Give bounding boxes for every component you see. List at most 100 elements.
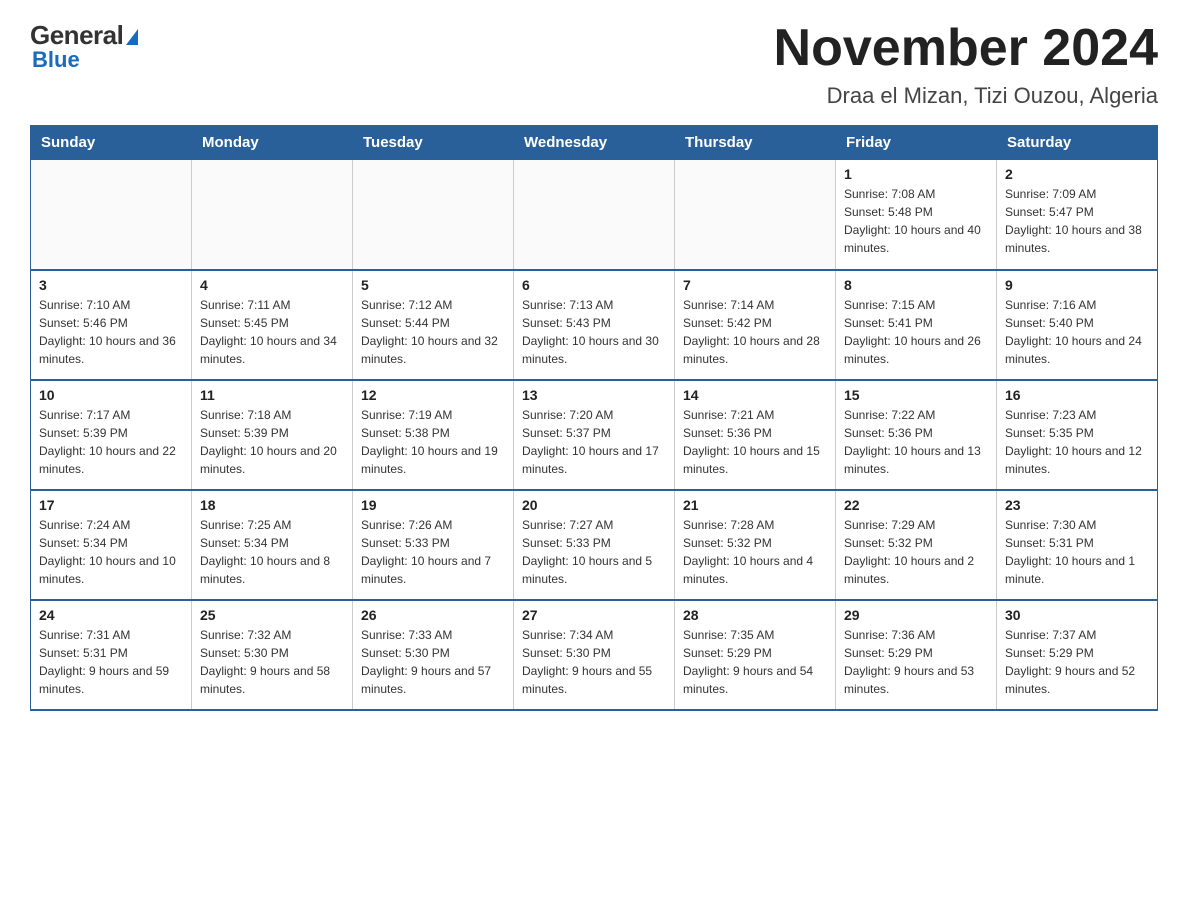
day-info: Sunrise: 7:29 AM Sunset: 5:32 PM Dayligh… [844, 516, 988, 588]
day-number: 23 [1005, 497, 1149, 513]
main-title: November 2024 [774, 20, 1158, 77]
day-info: Sunrise: 7:16 AM Sunset: 5:40 PM Dayligh… [1005, 296, 1149, 368]
logo-general: General [30, 20, 123, 50]
day-number: 15 [844, 387, 988, 403]
day-cell: 3 Sunrise: 7:10 AM Sunset: 5:46 PM Daylig… [31, 270, 192, 380]
day-info: Sunrise: 7:17 AM Sunset: 5:39 PM Dayligh… [39, 406, 183, 478]
day-info: Sunrise: 7:10 AM Sunset: 5:46 PM Dayligh… [39, 296, 183, 368]
day-cell: 28Sunrise: 7:35 AM Sunset: 5:29 PM Dayli… [675, 600, 836, 710]
day-info: Sunrise: 7:31 AM Sunset: 5:31 PM Dayligh… [39, 626, 183, 698]
day-info: Sunrise: 7:37 AM Sunset: 5:29 PM Dayligh… [1005, 626, 1149, 698]
day-info: Sunrise: 7:22 AM Sunset: 5:36 PM Dayligh… [844, 406, 988, 478]
header-row: SundayMondayTuesdayWednesdayThursdayFrid… [31, 126, 1158, 160]
header-day-wednesday: Wednesday [514, 126, 675, 160]
day-number: 12 [361, 387, 505, 403]
calendar-body: 1 Sunrise: 7:08 AM Sunset: 5:48 PM Daylig… [31, 160, 1158, 710]
header-day-thursday: Thursday [675, 126, 836, 160]
day-number: 29 [844, 607, 988, 623]
day-info: Sunrise: 7:35 AM Sunset: 5:29 PM Dayligh… [683, 626, 827, 698]
day-info: Sunrise: 7:15 AM Sunset: 5:41 PM Dayligh… [844, 296, 988, 368]
day-number: 7 [683, 277, 827, 293]
day-number: 6 [522, 277, 666, 293]
calendar-header: SundayMondayTuesdayWednesdayThursdayFrid… [31, 126, 1158, 160]
day-info: Sunrise: 7:34 AM Sunset: 5:30 PM Dayligh… [522, 626, 666, 698]
day-cell: 23Sunrise: 7:30 AM Sunset: 5:31 PM Dayli… [997, 490, 1158, 600]
day-number: 14 [683, 387, 827, 403]
day-number: 2 [1005, 166, 1149, 182]
day-info: Sunrise: 7:25 AM Sunset: 5:34 PM Dayligh… [200, 516, 344, 588]
day-cell: 17 Sunrise: 7:24 AM Sunset: 5:34 PM Dayli… [31, 490, 192, 600]
subtitle: Draa el Mizan, Tizi Ouzou, Algeria [774, 83, 1158, 109]
day-number: 22 [844, 497, 988, 513]
day-info: Sunrise: 7:24 AM Sunset: 5:34 PM Dayligh… [39, 516, 183, 588]
day-cell: 5 Sunrise: 7:12 AM Sunset: 5:44 PM Daylig… [353, 270, 514, 380]
day-number: 3 [39, 277, 183, 293]
logo-triangle-icon [126, 29, 138, 45]
day-cell: 11 Sunrise: 7:18 AM Sunset: 5:39 PM Dayli… [192, 380, 353, 490]
day-number: 5 [361, 277, 505, 293]
day-number: 27 [522, 607, 666, 623]
header-day-monday: Monday [192, 126, 353, 160]
day-cell [192, 160, 353, 270]
day-number: 16 [1005, 387, 1149, 403]
day-info: Sunrise: 7:36 AM Sunset: 5:29 PM Dayligh… [844, 626, 988, 698]
day-cell: 1 Sunrise: 7:08 AM Sunset: 5:48 PM Daylig… [836, 160, 997, 270]
day-cell: 15 Sunrise: 7:22 AM Sunset: 5:36 PM Dayli… [836, 380, 997, 490]
day-cell: 14Sunrise: 7:21 AM Sunset: 5:36 PM Dayli… [675, 380, 836, 490]
day-cell: 30Sunrise: 7:37 AM Sunset: 5:29 PM Dayli… [997, 600, 1158, 710]
day-info: Sunrise: 7:26 AM Sunset: 5:33 PM Dayligh… [361, 516, 505, 588]
day-info: Sunrise: 7:33 AM Sunset: 5:30 PM Dayligh… [361, 626, 505, 698]
page-header: General Blue November 2024 Draa el Mizan… [30, 20, 1158, 109]
day-cell [31, 160, 192, 270]
day-cell: 9Sunrise: 7:16 AM Sunset: 5:40 PM Daylig… [997, 270, 1158, 380]
day-cell [675, 160, 836, 270]
day-number: 4 [200, 277, 344, 293]
day-cell: 13 Sunrise: 7:20 AM Sunset: 5:37 PM Dayli… [514, 380, 675, 490]
day-cell: 16 Sunrise: 7:23 AM Sunset: 5:35 PM Dayli… [997, 380, 1158, 490]
week-row-0: 1 Sunrise: 7:08 AM Sunset: 5:48 PM Daylig… [31, 160, 1158, 270]
title-block: November 2024 Draa el Mizan, Tizi Ouzou,… [774, 20, 1158, 109]
day-cell: 26 Sunrise: 7:33 AM Sunset: 5:30 PM Dayli… [353, 600, 514, 710]
day-info: Sunrise: 7:32 AM Sunset: 5:30 PM Dayligh… [200, 626, 344, 698]
calendar-table: SundayMondayTuesdayWednesdayThursdayFrid… [30, 125, 1158, 711]
header-day-friday: Friday [836, 126, 997, 160]
day-number: 21 [683, 497, 827, 513]
day-info: Sunrise: 7:14 AM Sunset: 5:42 PM Dayligh… [683, 296, 827, 368]
day-number: 1 [844, 166, 988, 182]
day-cell: 12 Sunrise: 7:19 AM Sunset: 5:38 PM Dayli… [353, 380, 514, 490]
day-number: 26 [361, 607, 505, 623]
day-info: Sunrise: 7:19 AM Sunset: 5:38 PM Dayligh… [361, 406, 505, 478]
day-cell: 8Sunrise: 7:15 AM Sunset: 5:41 PM Daylig… [836, 270, 997, 380]
day-info: Sunrise: 7:23 AM Sunset: 5:35 PM Dayligh… [1005, 406, 1149, 478]
week-row-1: 3 Sunrise: 7:10 AM Sunset: 5:46 PM Daylig… [31, 270, 1158, 380]
day-info: Sunrise: 7:20 AM Sunset: 5:37 PM Dayligh… [522, 406, 666, 478]
day-cell: 24Sunrise: 7:31 AM Sunset: 5:31 PM Dayli… [31, 600, 192, 710]
header-day-saturday: Saturday [997, 126, 1158, 160]
day-info: Sunrise: 7:18 AM Sunset: 5:39 PM Dayligh… [200, 406, 344, 478]
day-info: Sunrise: 7:11 AM Sunset: 5:45 PM Dayligh… [200, 296, 344, 368]
day-cell [514, 160, 675, 270]
day-cell: 2 Sunrise: 7:09 AM Sunset: 5:47 PM Daylig… [997, 160, 1158, 270]
day-info: Sunrise: 7:09 AM Sunset: 5:47 PM Dayligh… [1005, 185, 1149, 257]
day-cell: 18Sunrise: 7:25 AM Sunset: 5:34 PM Dayli… [192, 490, 353, 600]
day-number: 17 [39, 497, 183, 513]
day-number: 20 [522, 497, 666, 513]
day-cell: 4 Sunrise: 7:11 AM Sunset: 5:45 PM Daylig… [192, 270, 353, 380]
day-number: 19 [361, 497, 505, 513]
day-info: Sunrise: 7:27 AM Sunset: 5:33 PM Dayligh… [522, 516, 666, 588]
day-number: 13 [522, 387, 666, 403]
day-info: Sunrise: 7:08 AM Sunset: 5:48 PM Dayligh… [844, 185, 988, 257]
day-cell: 6 Sunrise: 7:13 AM Sunset: 5:43 PM Daylig… [514, 270, 675, 380]
logo: General Blue [30, 20, 138, 73]
day-info: Sunrise: 7:13 AM Sunset: 5:43 PM Dayligh… [522, 296, 666, 368]
day-cell: 19 Sunrise: 7:26 AM Sunset: 5:33 PM Dayli… [353, 490, 514, 600]
day-cell: 10 Sunrise: 7:17 AM Sunset: 5:39 PM Dayli… [31, 380, 192, 490]
week-row-4: 24Sunrise: 7:31 AM Sunset: 5:31 PM Dayli… [31, 600, 1158, 710]
header-day-tuesday: Tuesday [353, 126, 514, 160]
day-info: Sunrise: 7:12 AM Sunset: 5:44 PM Dayligh… [361, 296, 505, 368]
day-number: 11 [200, 387, 344, 403]
day-cell: 22 Sunrise: 7:29 AM Sunset: 5:32 PM Dayli… [836, 490, 997, 600]
week-row-3: 17 Sunrise: 7:24 AM Sunset: 5:34 PM Dayli… [31, 490, 1158, 600]
day-number: 10 [39, 387, 183, 403]
logo-blue: Blue [32, 47, 80, 73]
